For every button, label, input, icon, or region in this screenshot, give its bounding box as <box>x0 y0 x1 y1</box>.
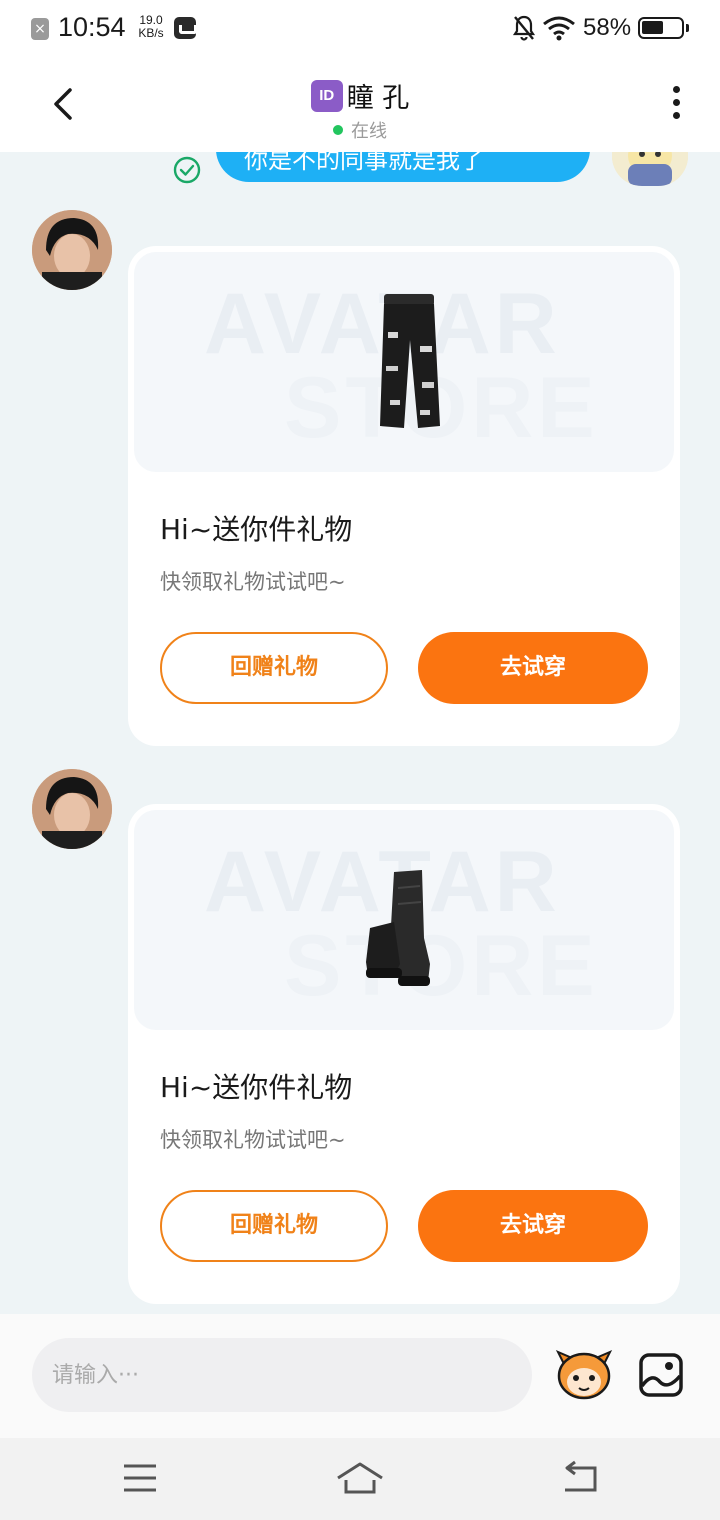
app-notification-icon <box>174 17 197 39</box>
gift-subtitle: 快领取礼物试试吧~ <box>160 1128 346 1152</box>
message-input[interactable] <box>32 1338 532 1412</box>
gift-preview-image[interactable]: AVATAR STORE <box>134 252 674 472</box>
bell-muted-icon <box>512 15 536 41</box>
gift-card[interactable]: AVATAR STORE Hi~送你件礼物 快领取礼物试试吧~ 回赠礼物 去试穿 <box>128 804 680 1304</box>
status-bar: × 10:54 19.0 KB/s 58% <box>0 0 720 58</box>
wifi-icon <box>543 16 575 41</box>
sent-message-bubble[interactable]: 你是不的同事就是我了 <box>216 152 590 182</box>
gift-back-button[interactable]: 回赠礼物 <box>160 632 388 704</box>
home-icon[interactable] <box>335 1458 385 1498</box>
more-options-icon[interactable] <box>668 86 684 126</box>
contact-name: 瞳 孔 <box>346 83 410 114</box>
gift-title: Hi~送你件礼物 <box>160 1071 353 1104</box>
message-list[interactable]: 你是不的同事就是我了 AVATAR STORE Hi~送你件礼物 快领取礼物试试… <box>0 152 720 1314</box>
image-picker-icon[interactable] <box>638 1352 684 1398</box>
contact-title: ID 瞳 孔 在线 <box>0 76 720 143</box>
jeans-icon <box>380 294 440 428</box>
online-status: 在线 <box>0 117 720 143</box>
contact-avatar[interactable] <box>32 769 112 849</box>
online-status-label: 在线 <box>351 121 387 142</box>
contact-avatar[interactable] <box>32 210 112 290</box>
emoji-sticker-icon[interactable] <box>554 1346 614 1402</box>
system-nav-bar <box>0 1438 720 1520</box>
id-badge-icon: ID <box>310 79 343 112</box>
message-input-bar <box>0 1314 720 1438</box>
my-avatar[interactable] <box>612 152 688 186</box>
read-check-icon <box>173 156 201 184</box>
try-on-button[interactable]: 去试穿 <box>418 632 648 704</box>
boots-icon <box>366 870 430 986</box>
menu-icon[interactable] <box>115 1458 165 1498</box>
notification-close-icon: × <box>31 18 49 40</box>
network-speed-unit: KB/s <box>138 26 164 40</box>
gift-title: Hi~送你件礼物 <box>160 513 353 546</box>
clock: 10:54 <box>58 12 126 42</box>
battery-icon <box>638 17 689 39</box>
online-dot-icon <box>333 125 343 135</box>
gift-card[interactable]: AVATAR STORE Hi~送你件礼物 快领取礼物试试吧~ 回赠礼物 去试穿 <box>128 246 680 746</box>
gift-subtitle: 快领取礼物试试吧~ <box>160 570 346 594</box>
gift-preview-image[interactable]: AVATAR STORE <box>134 810 674 1030</box>
sent-message-text: 你是不的同事就是我了 <box>244 152 484 174</box>
gift-back-button[interactable]: 回赠礼物 <box>160 1190 388 1262</box>
back-nav-icon[interactable] <box>555 1458 605 1498</box>
network-speed: 19.0 KB/s <box>134 14 168 40</box>
try-on-button[interactable]: 去试穿 <box>418 1190 648 1262</box>
chat-header: ID 瞳 孔 在线 <box>0 58 720 152</box>
battery-percent: 58% <box>583 14 632 41</box>
